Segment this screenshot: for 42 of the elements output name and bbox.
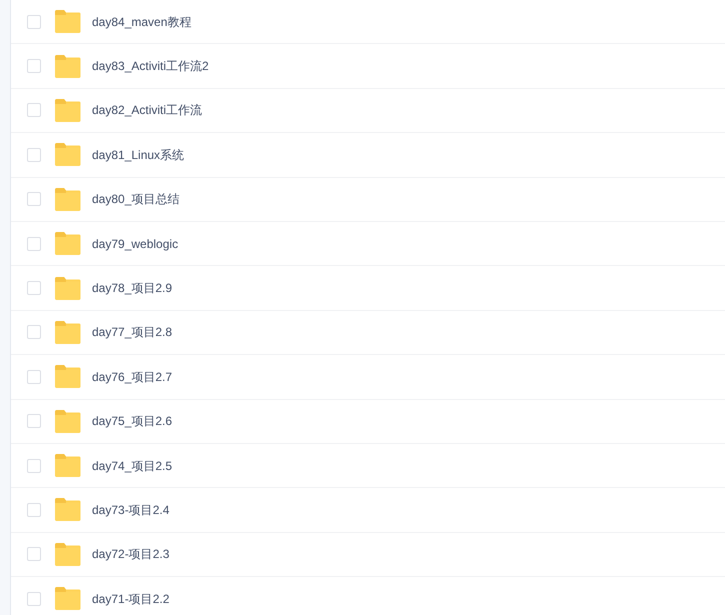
folder-name[interactable]: day84_maven教程 [92,12,192,31]
checkbox[interactable] [27,236,41,251]
checkbox[interactable] [27,59,41,74]
folder-name[interactable]: day82_Activiti工作流 [92,101,202,120]
folder-icon [54,54,81,78]
folder-name[interactable]: day78_项目2.9 [92,279,172,298]
folder-name[interactable]: day72-项目2.3 [92,545,170,564]
folder-name[interactable]: day75_项目2.6 [92,412,172,430]
checkbox[interactable] [27,103,41,118]
folder-icon [54,454,81,478]
checkbox[interactable] [27,502,41,517]
folder-name[interactable]: day79_weblogic [92,234,178,253]
folder-icon [54,365,81,388]
folder-icon [54,143,81,166]
folder-name[interactable]: day83_Activiti工作流2 [92,57,209,76]
folder-name[interactable]: day73-项目2.4 [92,500,170,519]
folder-icon [54,188,81,211]
folder-icon [54,10,81,34]
folder-icon [54,232,81,256]
checkbox[interactable] [27,370,41,384]
folder-icon [54,410,81,433]
checkbox[interactable] [27,592,41,606]
folder-icon [54,276,81,300]
folder-name[interactable]: day77_项目2.8 [92,323,172,342]
folder-name[interactable]: day76_项目2.7 [92,368,172,386]
folder-name[interactable]: day81_Linux系统 [92,146,184,164]
folder-name[interactable]: day80_项目总结 [92,190,180,208]
checkbox[interactable] [27,414,41,428]
folder-icon [54,498,81,522]
checkbox[interactable] [27,14,41,29]
checkbox[interactable] [27,325,41,340]
checkbox[interactable] [27,192,41,206]
checkbox[interactable] [27,148,41,162]
checkbox[interactable] [27,458,41,473]
folder-icon [54,320,81,344]
checkbox[interactable] [27,547,41,562]
folder-name[interactable]: day74_项目2.5 [92,456,172,475]
folder-name[interactable]: day71-项目2.2 [92,590,170,608]
checkbox[interactable] [27,281,41,296]
folder-icon [54,587,81,610]
folder-icon [54,542,81,566]
folder-icon [54,98,81,122]
